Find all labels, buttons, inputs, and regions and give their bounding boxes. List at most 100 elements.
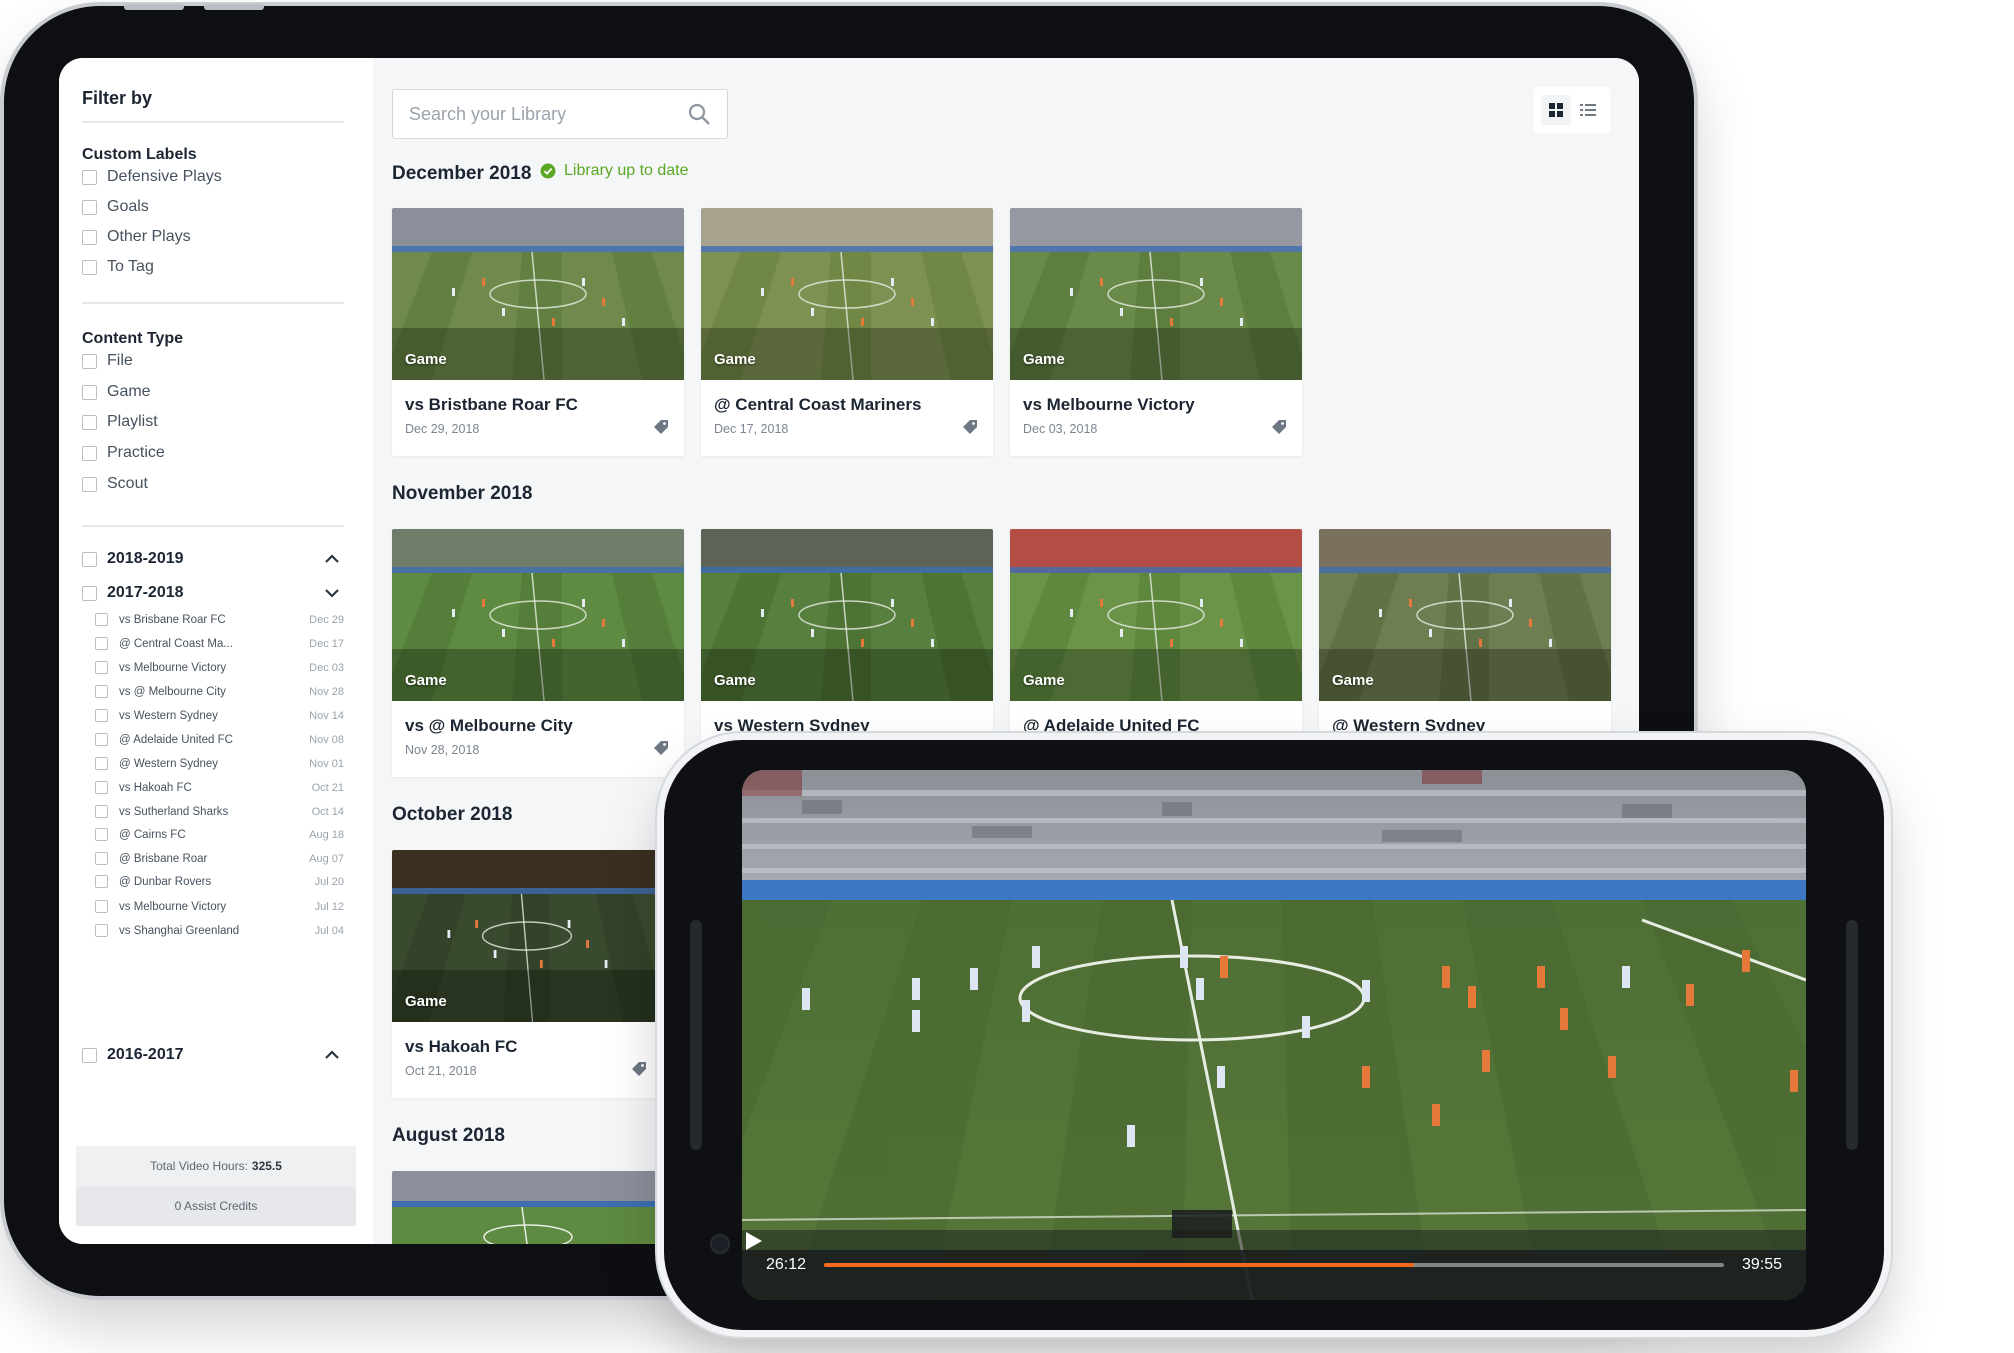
month-heading: December 2018 [392,163,532,184]
checkbox[interactable] [95,781,108,794]
checkbox[interactable] [95,661,108,674]
sidebar-game-item[interactable]: vs Shanghai Greenland Jul 04 [95,924,344,937]
video-player[interactable]: 26:12 39:55 [742,770,1806,1300]
video-card[interactable]: Game vs Hakoah FC Oct 21, 2018 [392,850,662,1098]
sidebar-game-item[interactable]: @ Adelaide United FC Nov 08 [95,733,344,746]
checkbox[interactable] [95,805,108,818]
filter-scout[interactable]: Scout [82,475,148,493]
filter-defensive-plays[interactable]: Defensive Plays [82,168,222,186]
chevron-down-icon[interactable] [324,588,340,598]
video-title: @ Central Coast Mariners [714,395,922,414]
checkbox[interactable] [95,852,108,865]
checkbox[interactable] [82,229,97,245]
checkbox[interactable] [82,169,97,185]
filter-title: Filter by [82,88,153,108]
sidebar-game-item[interactable]: @ Western Sydney Nov 01 [95,757,344,770]
filter-other-plays[interactable]: Other Plays [82,228,191,246]
chevron-up-icon[interactable] [324,554,340,564]
filter-playlist[interactable]: Playlist [82,413,158,431]
video-thumbnail[interactable]: Game [701,529,993,701]
checkbox[interactable] [95,685,108,698]
video-title: vs Hakoah FC [405,1037,518,1056]
checkbox[interactable] [82,476,97,492]
checkbox[interactable] [82,353,97,369]
phone-speaker [690,920,702,1150]
sidebar-game-item[interactable]: @ Dunbar Rovers Jul 20 [95,875,344,888]
video-card[interactable]: Game @ Central Coast Mariners Dec 17, 2018 [701,208,993,456]
search-input[interactable] [409,103,687,125]
video-date: Dec 17, 2018 [714,422,789,436]
checkbox[interactable] [95,637,108,650]
video-thumbnail[interactable]: Game [392,850,662,1022]
checkbox[interactable] [95,733,108,746]
video-thumbnail[interactable]: Game [701,208,993,380]
checkbox[interactable] [95,709,108,722]
grid-view-button[interactable] [1541,95,1571,125]
tag-icon[interactable] [630,1060,648,1078]
list-view-button[interactable] [1573,95,1603,125]
sidebar-game-item[interactable]: vs Melbourne Victory Jul 12 [95,900,344,913]
video-title: vs Bristbane Roar FC [405,395,578,414]
filter-game[interactable]: Game [82,383,151,401]
video-card[interactable] [392,1171,662,1244]
season-2017-2018[interactable]: 2017-2018 [82,584,344,602]
video-title: @ Western Sydney [1332,716,1486,735]
sidebar-game-item[interactable]: @ Brisbane Roar Aug 07 [95,852,344,865]
video-date: Dec 29, 2018 [405,422,480,436]
chevron-up-icon[interactable] [324,1050,340,1060]
season-2016-2017[interactable]: 2016-2017 [82,1046,344,1064]
video-thumbnail[interactable]: Game [392,529,684,701]
divider [82,302,344,304]
tag-icon[interactable] [652,739,670,757]
tag-icon[interactable] [961,418,979,436]
progress-bar[interactable] [824,1263,1724,1267]
filter-sidebar: Filter by Custom Labels Defensive Plays … [59,58,373,1244]
sidebar-game-item[interactable]: vs Brisbane Roar FC Dec 29 [95,613,344,626]
sidebar-game-item[interactable]: vs Hakoah FC Oct 21 [95,781,344,794]
video-card[interactable]: Game vs Bristbane Roar FC Dec 29, 2018 [392,208,684,456]
sidebar-game-item[interactable]: vs Sutherland Sharks Oct 14 [95,805,344,818]
checkbox[interactable] [95,900,108,913]
checkbox[interactable] [82,199,97,215]
checkbox[interactable] [82,414,97,430]
sidebar-game-item[interactable]: @ Cairns FC Aug 18 [95,828,344,841]
divider [82,525,344,527]
video-thumbnail[interactable]: Game [1010,529,1302,701]
checkbox[interactable] [82,585,97,601]
checkbox[interactable] [95,757,108,770]
checkbox[interactable] [95,924,108,937]
sidebar-game-item[interactable]: vs Melbourne Victory Dec 03 [95,661,344,674]
sidebar-game-item[interactable]: @ Central Coast Ma... Dec 17 [95,637,344,650]
play-icon[interactable] [742,1230,764,1252]
video-card[interactable]: Game vs Melbourne Victory Dec 03, 2018 [1010,208,1302,456]
filter-goals[interactable]: Goals [82,198,149,216]
checkbox[interactable] [95,875,108,888]
phone-speaker [1846,920,1858,1150]
checkbox[interactable] [95,613,108,626]
tablet-button [124,4,184,10]
video-thumbnail[interactable]: Game [1319,529,1611,701]
season-2018-2019[interactable]: 2018-2019 [82,550,344,568]
video-date: Dec 03, 2018 [1023,422,1098,436]
checkbox[interactable] [82,551,97,567]
sidebar-game-item[interactable]: vs @ Melbourne City Nov 28 [95,685,344,698]
video-thumbnail[interactable]: Game [1010,208,1302,380]
checkbox[interactable] [82,384,97,400]
filter-practice[interactable]: Practice [82,444,165,462]
search-icon[interactable] [687,102,711,126]
filter-file[interactable]: File [82,352,133,370]
video-title: @ Adelaide United FC [1023,716,1200,735]
sidebar-game-item[interactable]: vs Western Sydney Nov 14 [95,709,344,722]
video-date: Nov 28, 2018 [405,743,480,757]
tag-icon[interactable] [1270,418,1288,436]
list-icon [1580,104,1596,116]
checkbox[interactable] [82,445,97,461]
checkbox[interactable] [95,828,108,841]
checkbox[interactable] [82,259,97,275]
tag-icon[interactable] [652,418,670,436]
video-card[interactable]: Game vs @ Melbourne City Nov 28, 2018 [392,529,684,777]
filter-to-tag[interactable]: To Tag [82,258,154,276]
video-thumbnail[interactable]: Game [392,208,684,380]
checkbox[interactable] [82,1047,97,1063]
search-box[interactable] [392,89,728,139]
